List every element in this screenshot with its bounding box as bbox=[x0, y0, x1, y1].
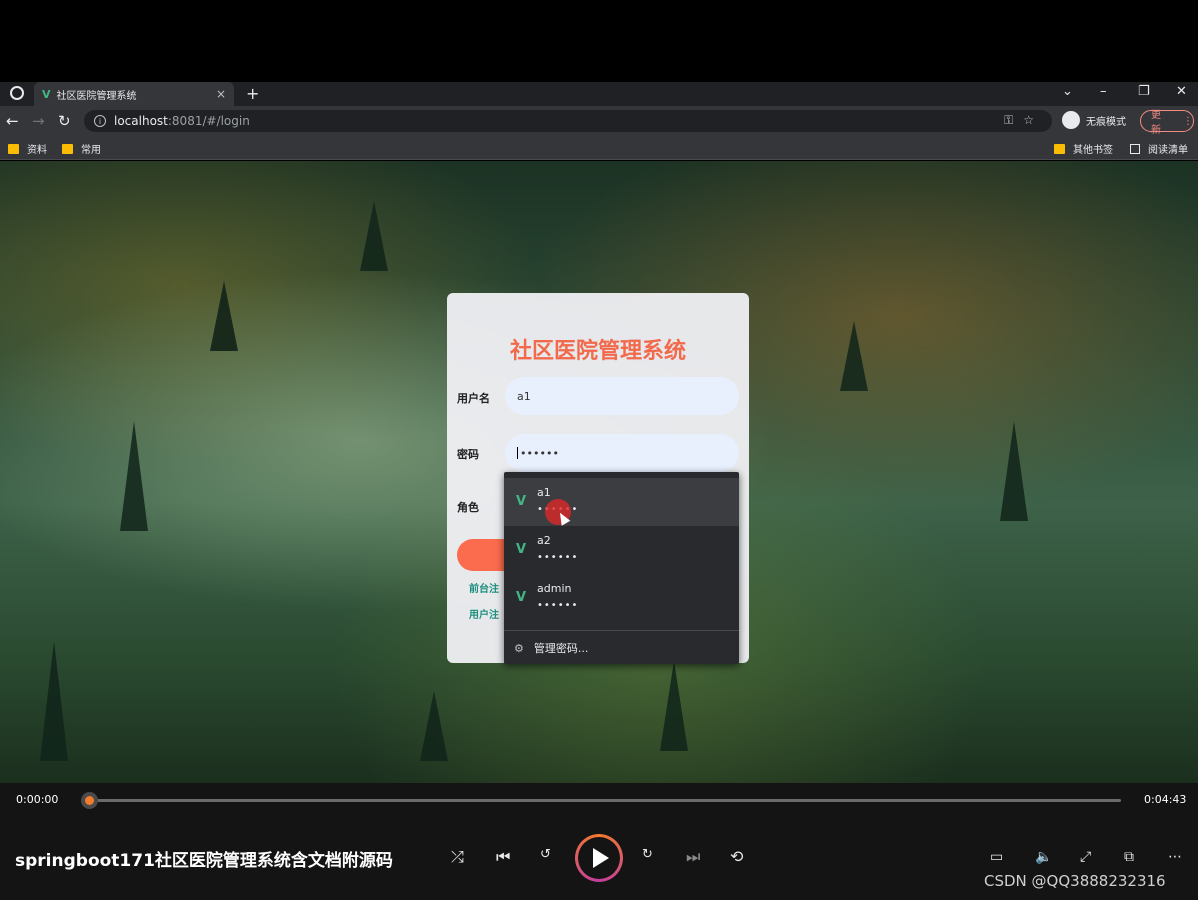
tab-title: 社区医院管理系统 bbox=[56, 90, 137, 102]
current-time: 0:00:00 bbox=[16, 793, 59, 806]
vue-logo-icon: V bbox=[516, 494, 527, 509]
reading-list[interactable]: 阅读清单 bbox=[1130, 141, 1188, 156]
fullscreen-icon[interactable]: ⤢ bbox=[1080, 849, 1091, 865]
progress-bar[interactable] bbox=[84, 799, 1121, 802]
autofill-username: admin bbox=[537, 582, 572, 595]
tab-search-icon[interactable]: ⌄ bbox=[1062, 84, 1073, 99]
autofill-item-a1[interactable]: V a1 •••••• bbox=[504, 478, 739, 526]
volume-icon[interactable]: 🔈 bbox=[1035, 849, 1052, 865]
forward-30-icon[interactable]: ↻ bbox=[642, 847, 653, 862]
bookmark-label: 其他书签 bbox=[1073, 145, 1113, 156]
divider bbox=[504, 630, 739, 631]
picture-in-picture-icon[interactable]: ⧉ bbox=[1124, 849, 1134, 865]
play-icon bbox=[593, 848, 609, 868]
username-value: a1 bbox=[517, 389, 531, 403]
forward-icon[interactable]: → bbox=[32, 112, 45, 130]
bookmark-label: 资料 bbox=[27, 145, 47, 156]
incognito-label: 无痕模式 bbox=[1086, 116, 1126, 128]
bookmark-label: 常用 bbox=[81, 145, 101, 156]
system-title: 社区医院管理系统 bbox=[509, 339, 686, 364]
vue-logo-icon: V bbox=[516, 542, 527, 557]
address-bar[interactable]: i localhost :8081/#/login ⚿☆ bbox=[84, 110, 1052, 132]
other-bookmarks[interactable]: 其他书签 bbox=[1054, 141, 1113, 156]
background-tree bbox=[120, 421, 148, 531]
vue-logo-icon: V bbox=[516, 590, 527, 605]
background-tree bbox=[1000, 421, 1028, 521]
background-tree bbox=[360, 201, 388, 271]
progress-knob[interactable] bbox=[81, 792, 98, 809]
csdn-watermark: CSDN @QQ3888232316 bbox=[984, 872, 1166, 890]
more-options-icon[interactable]: ⋯ bbox=[1168, 849, 1182, 865]
info-icon[interactable]: i bbox=[94, 115, 106, 127]
autofill-item-a2[interactable]: V a2 •••••• bbox=[504, 526, 739, 574]
autofill-username: a1 bbox=[537, 486, 551, 499]
vue-logo-icon: V bbox=[42, 87, 51, 101]
incognito-icon bbox=[1062, 111, 1080, 129]
rewind-icon[interactable]: ↺ bbox=[540, 847, 551, 862]
more-menu-icon[interactable]: ⋮ bbox=[1183, 116, 1193, 127]
total-time: 0:04:43 bbox=[1144, 793, 1187, 806]
minimize-icon[interactable]: – bbox=[1100, 84, 1107, 99]
update-label: 更新 bbox=[1151, 110, 1161, 136]
repeat-off-icon[interactable]: ⟲ bbox=[730, 847, 743, 866]
video-player-controls: 0:00:00 0:04:43 springboot171社区医院管理系统含文档… bbox=[0, 783, 1198, 900]
autofill-password: •••••• bbox=[537, 552, 579, 563]
password-label: 密码 bbox=[457, 448, 479, 461]
next-icon[interactable]: ⏭ bbox=[686, 847, 700, 867]
close-window-icon[interactable]: ✕ bbox=[1176, 84, 1187, 99]
manage-passwords-label: 管理密码... bbox=[533, 642, 589, 655]
bookmark-folder-changyong[interactable]: 常用 bbox=[62, 141, 101, 156]
tab-close-icon[interactable]: × bbox=[216, 87, 226, 101]
password-input[interactable]: •••••• bbox=[505, 434, 739, 472]
bookmark-folder-ziliao[interactable]: 资料 bbox=[8, 141, 47, 156]
restore-icon[interactable]: ❐ bbox=[1138, 84, 1150, 99]
text-caret bbox=[517, 447, 518, 459]
manage-passwords-item[interactable]: ⚙ 管理密码... bbox=[514, 640, 588, 656]
background-tree bbox=[840, 321, 868, 391]
background-tree bbox=[420, 691, 448, 761]
autofill-password: •••••• bbox=[537, 600, 579, 611]
bookmark-label: 阅读清单 bbox=[1148, 145, 1188, 156]
background-tree bbox=[210, 281, 238, 351]
browser-tabbar: V 社区医院管理系统 × + ⌄ – ❐ ✕ bbox=[0, 82, 1198, 106]
previous-icon[interactable]: ⏮ bbox=[496, 847, 510, 867]
back-icon[interactable]: ← bbox=[6, 112, 19, 130]
play-button-inner bbox=[578, 837, 620, 879]
browser-tab[interactable]: V 社区医院管理系统 × bbox=[34, 82, 234, 106]
folder-icon bbox=[62, 143, 73, 154]
reload-icon[interactable]: ↻ bbox=[58, 112, 71, 130]
globe-icon bbox=[10, 86, 24, 100]
username-label: 用户名 bbox=[457, 392, 490, 405]
background-tree bbox=[40, 641, 68, 761]
play-button[interactable] bbox=[575, 834, 623, 882]
subtitles-icon[interactable]: ▭ bbox=[990, 849, 1003, 865]
gear-icon: ⚙ bbox=[514, 641, 524, 655]
password-autofill-dropdown: V a1 •••••• V a2 •••••• V admin •••••• ⚙… bbox=[504, 472, 739, 664]
url-host: localhost bbox=[114, 114, 168, 128]
role-label: 角色 bbox=[457, 501, 479, 514]
url-path: :8081/#/login bbox=[167, 114, 250, 128]
key-star-icons[interactable]: ⚿☆ bbox=[1004, 113, 1044, 128]
background-tree bbox=[660, 661, 688, 751]
front-register-link[interactable]: 前台注 bbox=[469, 580, 499, 595]
username-input[interactable]: a1 bbox=[505, 377, 739, 415]
screen: V 社区医院管理系统 × + ⌄ – ❐ ✕ ← → ↻ i localhost… bbox=[0, 0, 1198, 900]
folder-icon bbox=[8, 143, 19, 154]
video-title: springboot171社区医院管理系统含文档附源码 bbox=[15, 851, 393, 871]
bookmarks-bar: 资料 常用 其他书签 阅读清单 bbox=[0, 136, 1198, 160]
user-register-link[interactable]: 用户注 bbox=[469, 606, 499, 621]
autofill-item-admin[interactable]: V admin •••••• bbox=[504, 574, 739, 622]
update-button[interactable]: 更新 ⋮ bbox=[1140, 110, 1194, 136]
password-value: •••••• bbox=[520, 446, 559, 460]
reading-list-icon bbox=[1130, 143, 1140, 154]
browser-toolbar: ← → ↻ i localhost :8081/#/login ⚿☆ 无痕模式 … bbox=[0, 106, 1198, 136]
folder-icon bbox=[1054, 143, 1065, 154]
autofill-username: a2 bbox=[537, 534, 551, 547]
new-tab-button[interactable]: + bbox=[246, 84, 259, 103]
incognito-indicator[interactable]: 无痕模式 bbox=[1062, 111, 1126, 129]
shuffle-icon[interactable]: ⤮ bbox=[451, 847, 464, 867]
